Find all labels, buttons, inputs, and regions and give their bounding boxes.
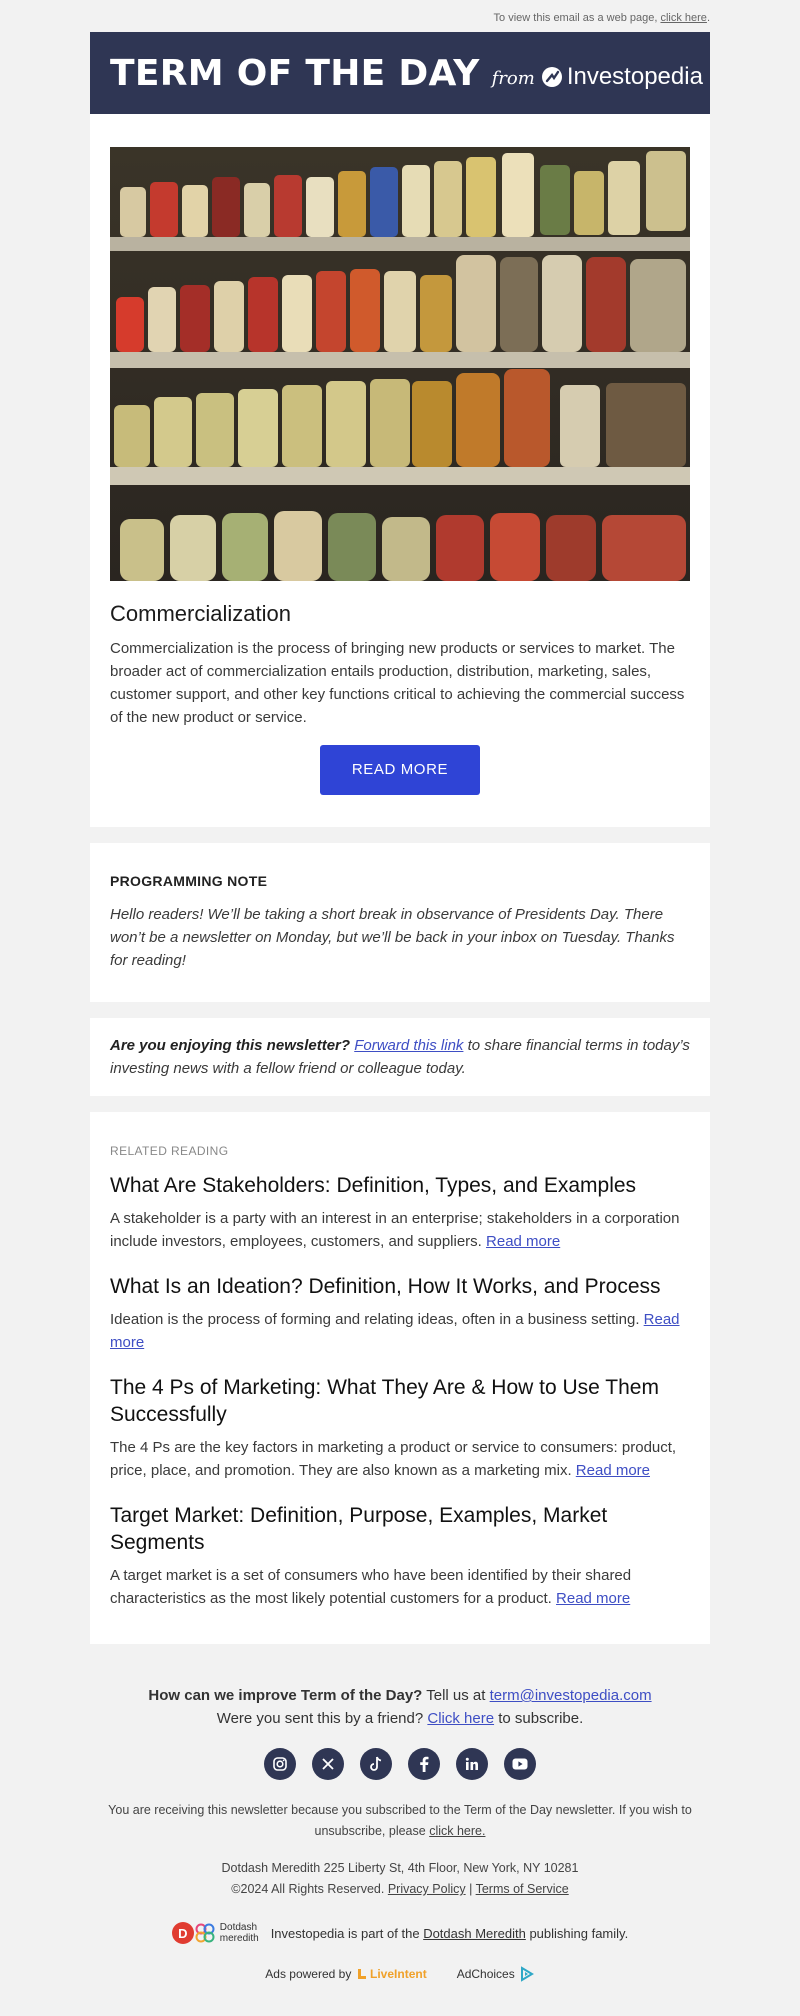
from-label: from: [491, 67, 535, 89]
brand-name: Investopedia: [566, 63, 703, 90]
programming-note-card: PROGRAMMING NOTE Hello readers! We’ll be…: [90, 843, 710, 1002]
web-view-period: .: [706, 12, 710, 24]
ads-powered-text: Ads powered by: [265, 1967, 352, 1981]
dotdash-badge-icon: D: [171, 1922, 194, 1944]
header-banner: TERM OF THE DAY from Investopedia: [90, 32, 710, 114]
liveintent-icon: [357, 1969, 366, 1979]
related-article-title[interactable]: The 4 Ps of Marketing: What They Are & H…: [110, 1374, 690, 1428]
dotdash-meredith-logo[interactable]: D Dotdash meredith: [171, 1922, 259, 1944]
ads-row: Ads powered by LiveIntent AdChoices: [90, 1966, 710, 1982]
feedback-email-link[interactable]: term@investopedia.com: [490, 1687, 652, 1704]
tell-us-text: Tell us at: [426, 1687, 486, 1704]
receiving-text: You are receiving this newsletter becaus…: [108, 1803, 692, 1838]
liveintent-logo[interactable]: LiveIntent: [370, 1967, 427, 1981]
legal-separator: |: [469, 1882, 473, 1896]
related-article-summary-text: A stakeholder is a party with an interes…: [110, 1210, 680, 1250]
investopedia-mark-icon: [541, 67, 562, 87]
meredith-word: meredith: [219, 1933, 259, 1944]
related-reading-card: RELATED READING What Are Stakeholders: D…: [90, 1112, 710, 1644]
family-pre: Investopedia is part of the: [270, 1925, 420, 1941]
adchoices-text: AdChoices: [456, 1967, 515, 1981]
adchoices-icon: [520, 1966, 534, 1982]
legal-links: ©2024 All Rights Reserved. Privacy Polic…: [90, 1879, 710, 1900]
read-more-link[interactable]: Read more: [576, 1462, 650, 1479]
x-icon[interactable]: [312, 1748, 344, 1780]
grocery-shelf-image: [110, 147, 690, 581]
term-description: Commercialization is the process of brin…: [110, 640, 685, 726]
feedback-line: How can we improve Term of the Day? Tell…: [90, 1684, 710, 1707]
forward-link[interactable]: Forward this link: [354, 1037, 463, 1054]
subscribe-line: Were you sent this by a friend? Click he…: [90, 1707, 710, 1730]
web-view-text: To view this email as a web page,: [493, 12, 658, 24]
unsubscribe-link[interactable]: click here.: [429, 1824, 485, 1838]
subscribe-link[interactable]: Click here: [427, 1710, 494, 1727]
publisher-row: D Dotdash meredith Investopedia is part …: [90, 1922, 710, 1944]
adchoices-link[interactable]: AdChoices: [457, 1966, 535, 1982]
related-article-title[interactable]: What Are Stakeholders: Definition, Types…: [110, 1172, 690, 1199]
family-text: Investopedia is part of the Dotdash Mere…: [271, 1926, 629, 1941]
family-post: publishing family.: [529, 1925, 629, 1941]
facebook-icon[interactable]: [408, 1748, 440, 1780]
dotdash-dots-icon: [195, 1923, 215, 1943]
company-address: Dotdash Meredith 225 Liberty St, 4th Flo…: [221, 1861, 579, 1875]
related-article: The 4 Ps of Marketing: What They Are & H…: [110, 1374, 690, 1482]
related-article: What Is an Ideation? Definition, How It …: [110, 1273, 690, 1354]
newsletter-title: TERM OF THE DAY: [110, 52, 480, 94]
unsubscribe-notice: You are receiving this newsletter becaus…: [90, 1800, 710, 1842]
related-article-summary: The 4 Ps are the key factors in marketin…: [110, 1436, 690, 1482]
improve-question: How can we improve Term of the Day?: [148, 1687, 423, 1704]
related-article-summary-text: Ideation is the process of forming and r…: [110, 1311, 640, 1328]
related-article-summary: A stakeholder is a party with an interes…: [110, 1207, 690, 1253]
button-row: READ MORE: [110, 745, 690, 795]
share-card: Are you enjoying this newsletter? Forwar…: [90, 1018, 710, 1096]
tiktok-icon[interactable]: [360, 1748, 392, 1780]
investopedia-logo[interactable]: Investopedia: [541, 63, 703, 91]
web-view-link[interactable]: click here: [660, 12, 706, 24]
dotdash-meredith-link[interactable]: Dotdash Meredith: [423, 1926, 526, 1941]
programming-note-body: Hello readers! We’ll be taking a short b…: [110, 906, 675, 969]
web-view-note: To view this email as a web page, click …: [90, 0, 710, 32]
related-article-title[interactable]: What Is an Ideation? Definition, How It …: [110, 1273, 690, 1300]
related-article-summary: A target market is a set of consumers wh…: [110, 1564, 690, 1610]
dotdash-wordmark: Dotdash meredith: [220, 1922, 259, 1944]
related-article-summary-text: A target market is a set of consumers wh…: [110, 1567, 632, 1607]
read-more-link[interactable]: Read more: [486, 1233, 560, 1250]
share-question: Are you enjoying this newsletter?: [110, 1037, 351, 1054]
newsletter-body: TERM OF THE DAY from Investopedia Commer…: [90, 32, 710, 1644]
instagram-icon[interactable]: [264, 1748, 296, 1780]
read-more-button[interactable]: READ MORE: [320, 745, 480, 795]
related-article: Target Market: Definition, Purpose, Exam…: [110, 1502, 690, 1610]
related-reading-heading: RELATED READING: [110, 1144, 229, 1158]
friend-question: Were you sent this by a friend?: [216, 1710, 424, 1727]
terms-of-service-link[interactable]: Terms of Service: [476, 1882, 569, 1896]
programming-note-heading: PROGRAMMING NOTE: [110, 873, 268, 889]
ads-powered: Ads powered by LiveIntent: [265, 1967, 426, 1981]
term-title: Commercialization: [110, 601, 291, 626]
related-article-title[interactable]: Target Market: Definition, Purpose, Exam…: [110, 1502, 690, 1556]
footer: How can we improve Term of the Day? Tell…: [90, 1644, 710, 1982]
read-more-link[interactable]: Read more: [556, 1590, 630, 1607]
linkedin-icon[interactable]: [456, 1748, 488, 1780]
youtube-icon[interactable]: [504, 1748, 536, 1780]
social-links: [90, 1748, 710, 1780]
privacy-policy-link[interactable]: Privacy Policy: [388, 1882, 466, 1896]
subscribe-text: to subscribe.: [498, 1710, 584, 1727]
related-article-summary: Ideation is the process of forming and r…: [110, 1308, 690, 1354]
dotdash-word: Dotdash: [219, 1922, 258, 1933]
related-article: What Are Stakeholders: Definition, Types…: [110, 1172, 690, 1253]
term-card: Commercialization Commercialization is t…: [90, 114, 710, 827]
copyright-text: ©2024 All Rights Reserved.: [231, 1882, 385, 1896]
